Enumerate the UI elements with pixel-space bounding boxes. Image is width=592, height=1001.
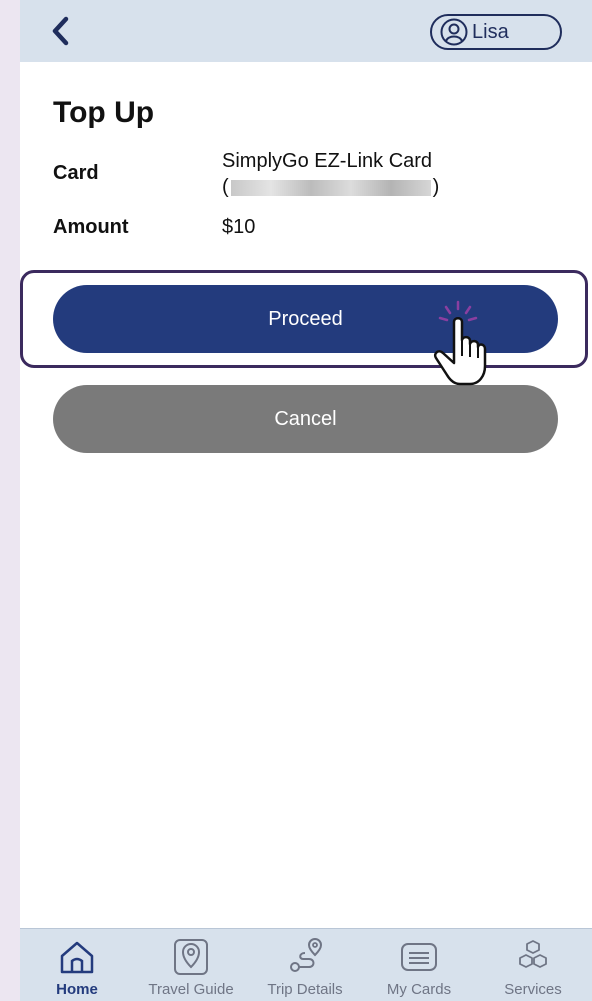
page-title: Top Up [53,96,155,129]
route-icon [290,938,323,972]
app-screen: Lisa Top Up Card SimplyGo EZ-Link Card (… [20,0,592,1001]
card-icon [401,943,437,971]
card-number-open-paren: ( [222,176,229,198]
tab-trip-details[interactable]: Trip Details [250,929,360,1001]
tab-home[interactable]: Home [22,929,132,1001]
amount-label: Amount [53,216,129,238]
tab-travel-guide[interactable]: Travel Guide [136,929,246,1001]
user-name: Lisa [472,20,509,43]
card-number-close-paren: ) [432,176,440,198]
home-icon [60,941,94,974]
user-profile-button[interactable]: Lisa [430,14,562,50]
tab-services[interactable]: Services [478,929,588,1001]
tab-travel-guide-label: Travel Guide [148,981,234,998]
amount-value: $10 [222,216,256,238]
card-number-masked: ( ) [222,176,439,199]
bottom-tab-bar: Home Travel Guide Trip Details My Cards … [20,928,592,1001]
tab-my-cards[interactable]: My Cards [364,929,474,1001]
hand-pointer-icon [434,300,487,386]
tab-services-label: Services [504,981,562,998]
card-name: SimplyGo EZ-Link Card [222,150,433,172]
tab-trip-details-label: Trip Details [267,981,343,998]
top-bar: Lisa [20,0,592,62]
back-chevron-icon[interactable] [46,14,76,48]
card-number-redacted [230,179,431,196]
user-avatar-icon [440,18,468,46]
tab-home-label: Home [56,981,98,998]
tab-my-cards-label: My Cards [386,981,452,998]
cancel-button[interactable]: Cancel [53,385,558,453]
location-pin-icon [174,939,208,975]
boxes-icon [519,940,547,968]
card-label: Card [53,162,99,184]
